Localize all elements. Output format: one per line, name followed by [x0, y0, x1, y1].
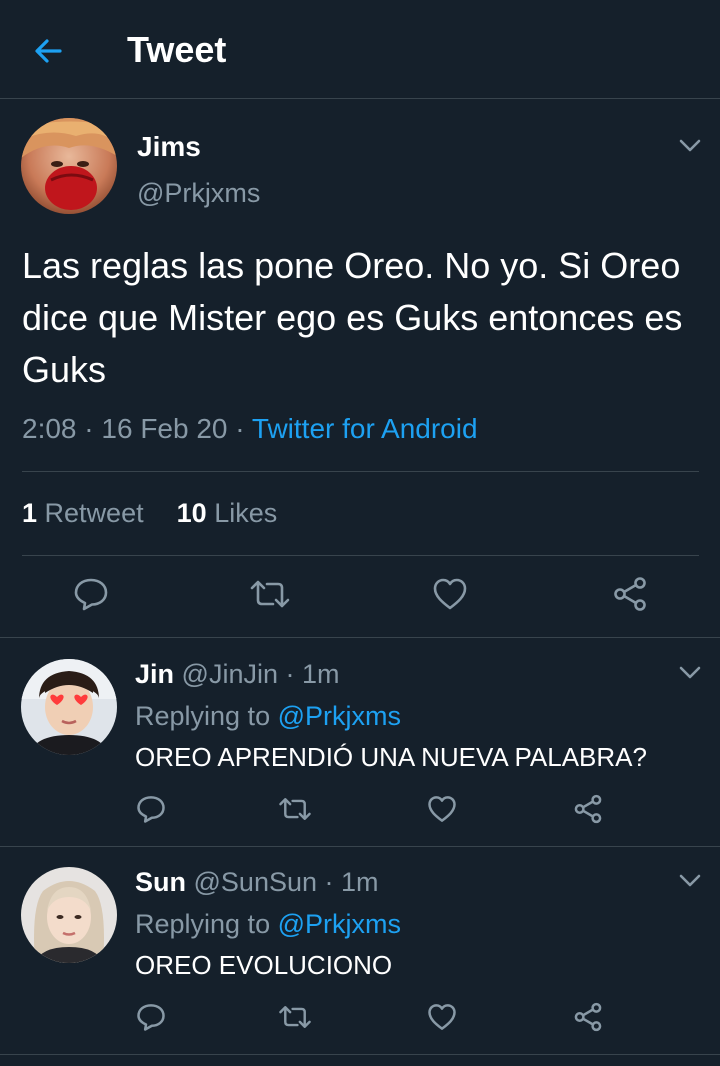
tweet-source-link[interactable]: Twitter for Android: [252, 413, 478, 444]
author-name[interactable]: Jin: [135, 659, 174, 689]
heart-icon[interactable]: [432, 576, 468, 612]
heart-icon[interactable]: [427, 1002, 457, 1032]
meta-separator: ·: [84, 413, 102, 444]
share-button[interactable]: [612, 576, 648, 617]
share-button[interactable]: [573, 794, 603, 829]
retweet-label: Retweet: [44, 498, 144, 528]
heart-icon[interactable]: [427, 794, 457, 824]
like-button[interactable]: [427, 1002, 457, 1037]
reply-actions: [0, 794, 720, 834]
comment-icon[interactable]: [73, 576, 109, 612]
reply-tweet[interactable]: Jin @JinJin · 1m Replying to @Prkjxms OR…: [0, 639, 720, 847]
reply-button[interactable]: [73, 576, 109, 617]
share-button[interactable]: [573, 1002, 603, 1037]
reply-header: Jin @JinJin · 1m: [135, 659, 340, 690]
like-button[interactable]: [427, 794, 457, 829]
reply-header: Sun @SunSun · 1m: [135, 867, 379, 898]
reply-button[interactable]: [136, 1002, 166, 1037]
retweet-icon[interactable]: [278, 1002, 312, 1032]
reply-button[interactable]: [136, 794, 166, 829]
arrow-left-icon[interactable]: [30, 33, 66, 69]
retweet-icon[interactable]: [278, 794, 312, 824]
likes-stat[interactable]: 10 Likes: [177, 498, 278, 528]
share-icon[interactable]: [573, 794, 603, 824]
like-label: Likes: [214, 498, 278, 528]
chevron-down-icon[interactable]: [676, 871, 704, 891]
retweets-stat[interactable]: 1 Retweet: [22, 498, 144, 528]
comment-icon[interactable]: [136, 1002, 166, 1032]
more-options-button[interactable]: [676, 871, 704, 891]
reply-text: OREO APRENDIÓ UNA NUEVA PALABRA?: [135, 742, 647, 772]
author-name[interactable]: Sun: [135, 867, 186, 897]
tweet-date: 16 Feb 20: [101, 413, 228, 444]
meta-separator: ·: [285, 659, 302, 689]
avatar[interactable]: [21, 118, 117, 214]
author-handle[interactable]: @SunSun: [194, 867, 318, 897]
tweet-actions: [0, 570, 720, 620]
divider: [22, 471, 699, 472]
retweet-button[interactable]: [249, 576, 291, 617]
replying-label: Replying to: [135, 701, 271, 731]
divider: [22, 555, 699, 556]
reply-actions: [0, 1002, 720, 1042]
meta-separator: ·: [324, 867, 342, 897]
tweet-time: 2:08: [22, 413, 77, 444]
more-options-button[interactable]: [676, 136, 704, 156]
replying-to: Replying to @Prkjxms: [135, 701, 401, 732]
tweet-stats: 1 Retweet 10 Likes: [22, 498, 277, 529]
chevron-down-icon[interactable]: [676, 136, 704, 156]
replying-to: Replying to @Prkjxms: [135, 909, 401, 940]
more-options-button[interactable]: [676, 663, 704, 683]
replying-label: Replying to: [135, 909, 271, 939]
meta-separator: ·: [235, 413, 252, 444]
reply-time: 1m: [341, 867, 379, 897]
reply-tweet[interactable]: Sun @SunSun · 1m Replying to @Prkjxms OR…: [0, 847, 720, 1055]
chevron-down-icon[interactable]: [676, 663, 704, 683]
replying-to-link[interactable]: @Prkjxms: [278, 701, 401, 731]
like-count: 10: [176, 498, 207, 528]
avatar[interactable]: [21, 659, 117, 755]
replying-to-link[interactable]: @Prkjxms: [278, 909, 401, 939]
reply-text: OREO EVOLUCIONO: [135, 950, 393, 980]
share-icon[interactable]: [612, 576, 648, 612]
share-icon[interactable]: [573, 1002, 603, 1032]
like-button[interactable]: [432, 576, 468, 617]
author-handle[interactable]: @Prkjxms: [137, 178, 260, 209]
author-handle[interactable]: @JinJin: [182, 659, 278, 689]
reply-time: 1m: [302, 659, 340, 689]
avatar[interactable]: [21, 867, 117, 963]
back-button[interactable]: [30, 33, 66, 69]
page-title: Tweet: [127, 29, 227, 70]
retweet-button[interactable]: [278, 1002, 312, 1037]
author-name[interactable]: Jims: [137, 131, 201, 163]
main-tweet: Jims @Prkjxms Las reglas las pone Oreo. …: [0, 100, 720, 638]
retweet-count: 1: [22, 498, 38, 528]
comment-icon[interactable]: [136, 794, 166, 824]
retweet-button[interactable]: [278, 794, 312, 829]
tweet-meta: 2:08 · 16 Feb 20 · Twitter for Android: [22, 413, 478, 445]
tweet-text: Las reglas las pone Oreo. No yo. Si Oreo…: [22, 245, 683, 390]
top-bar: Tweet: [0, 0, 720, 99]
retweet-icon[interactable]: [249, 576, 291, 612]
